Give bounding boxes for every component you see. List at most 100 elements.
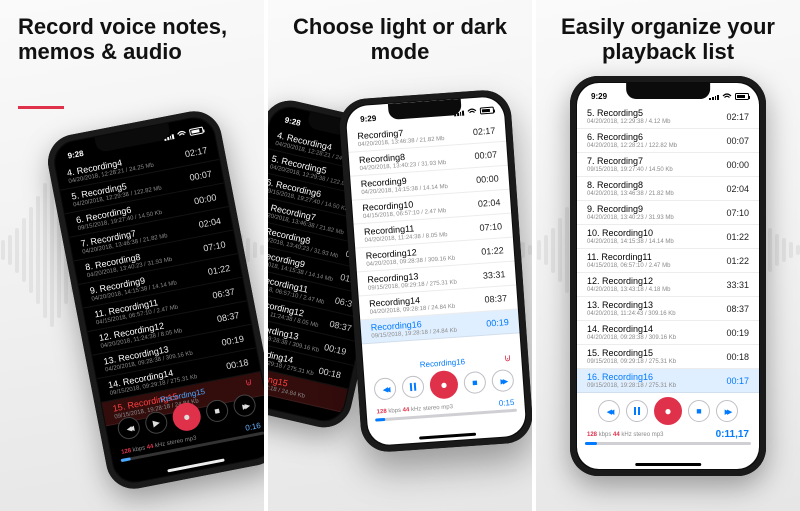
recording-meta: 09/15/2018, 19:28:18 / 275.31 Kb: [587, 383, 676, 389]
recording-meta: 04/20/2018, 13:40:23 / 31.93 Mb: [587, 215, 674, 221]
recording-duration: 08:37: [216, 310, 240, 324]
recording-duration: 00:00: [726, 160, 749, 170]
recording-meta: 04/20/2018, 14:15:38 / 14.14 Mb: [587, 239, 674, 245]
recording-title: 15. Recording15: [587, 348, 676, 358]
rewind-button[interactable]: [373, 377, 396, 400]
recording-duration: 01:22: [481, 245, 504, 257]
recording-duration: 07:10: [726, 208, 749, 218]
recording-title: 16. Recording16: [587, 372, 676, 382]
record-button[interactable]: [429, 370, 459, 400]
stop-button[interactable]: [204, 398, 230, 424]
transport-controls: [585, 397, 751, 425]
list-item[interactable]: 15. Recording1509/15/2018, 09:29:18 / 27…: [577, 345, 759, 369]
recording-duration: 33:31: [483, 269, 506, 281]
stop-button[interactable]: [463, 371, 486, 394]
elapsed-time: 0:11,17: [716, 429, 749, 440]
record-button[interactable]: [654, 397, 682, 425]
list-item[interactable]: 11. Recording1104/15/2018, 06:57:10 / 2.…: [577, 249, 759, 273]
recording-title: 6. Recording6: [587, 132, 677, 142]
progress-bar[interactable]: [585, 442, 751, 445]
recording-duration: 00:19: [726, 328, 749, 338]
forward-button[interactable]: [232, 393, 258, 419]
clock-label: 9:29: [591, 92, 607, 101]
list-item[interactable]: 16. Recording1609/15/2018, 19:28:18 / 27…: [577, 369, 759, 393]
recording-duration: 01:22: [726, 232, 749, 242]
pause-button[interactable]: [626, 400, 648, 422]
play-button[interactable]: [143, 410, 169, 436]
recording-duration: 00:18: [726, 352, 749, 362]
recording-meta: 04/15/2018, 06:57:10 / 2.47 Mb: [587, 263, 670, 269]
recording-duration: 02:17: [472, 125, 495, 137]
signal-icon: [709, 93, 719, 100]
format-label: 128 kbps 44 kHz stereo mp3: [587, 432, 663, 438]
elapsed-time: 0:15: [498, 398, 514, 408]
recordings-list[interactable]: 5. Recording504/20/2018, 12:29:38 / 4.12…: [577, 105, 759, 393]
promo-panel-2: Choose light or dark mode 9:28 4. Record…: [264, 0, 532, 511]
recording-duration: 06:37: [211, 286, 235, 300]
recording-meta: 04/20/2018, 13:43:18 / 4.18 Mb: [587, 287, 670, 293]
phone-mock-light-front: 9:29 Recording704/20/2018, 13:46:38 / 21…: [338, 88, 532, 453]
clock-label: 9:28: [284, 115, 302, 127]
list-item[interactable]: 13. Recording1304/20/2018, 11:24:43 / 30…: [577, 297, 759, 321]
list-item[interactable]: 7. Recording709/15/2018, 19:27:40 / 14.5…: [577, 153, 759, 177]
recording-duration: 00:07: [726, 136, 749, 146]
recording-duration: 02:17: [184, 145, 208, 159]
wifi-icon: [176, 129, 187, 138]
recording-title: 11. Recording11: [587, 252, 670, 262]
list-item[interactable]: 9. Recording904/20/2018, 13:40:23 / 31.9…: [577, 201, 759, 225]
home-indicator: [635, 463, 701, 466]
recording-duration: 00:19: [323, 342, 347, 357]
recording-meta: 04/20/2018, 09:28:38 / 309.16 Kb: [587, 335, 676, 341]
recording-duration: 01:22: [726, 256, 749, 266]
recordings-list[interactable]: Recording704/20/2018, 13:46:38 / 21.82 M…: [347, 118, 520, 344]
recording-duration: 01:22: [207, 262, 231, 276]
recording-meta: 04/20/2018, 12:28:21 / 122.82 Mb: [587, 143, 677, 149]
microphone-icon[interactable]: ⊍: [504, 353, 512, 364]
recording-duration: 00:17: [726, 376, 749, 386]
recording-title: 13. Recording13: [587, 300, 676, 310]
phone-mock-light: 9:29 5. Recording504/20/2018, 12:29:38 /…: [570, 76, 766, 476]
recording-meta: 04/20/2018, 12:29:38 / 4.12 Mb: [587, 119, 670, 125]
recording-duration: 00:19: [486, 317, 509, 329]
rewind-button[interactable]: [598, 400, 620, 422]
forward-button[interactable]: [716, 400, 738, 422]
pause-button[interactable]: [401, 375, 424, 398]
recording-duration: 00:19: [221, 333, 245, 347]
recording-duration: 02:04: [478, 197, 501, 209]
recording-duration: 08:37: [484, 293, 507, 305]
player-bar: 128 kbps 44 kHz stereo mp3 0:11,17: [577, 392, 759, 455]
recording-duration: 02:04: [726, 184, 749, 194]
accent-underline: [18, 106, 64, 109]
battery-icon: [189, 126, 204, 136]
phone-notch: [626, 83, 710, 99]
clock-label: 9:29: [360, 113, 377, 123]
rewind-button[interactable]: [116, 415, 142, 441]
stop-button[interactable]: [688, 400, 710, 422]
recording-title: 8. Recording8: [587, 180, 674, 190]
recording-meta: 04/20/2018, 11:24:43 / 309.16 Kb: [587, 311, 676, 317]
forward-button[interactable]: [491, 369, 514, 392]
list-item[interactable]: 12. Recording1204/20/2018, 13:43:18 / 4.…: [577, 273, 759, 297]
list-item[interactable]: 5. Recording504/20/2018, 12:29:38 / 4.12…: [577, 105, 759, 129]
record-button[interactable]: [170, 400, 203, 433]
recording-duration: 00:07: [474, 149, 497, 161]
recording-duration: 07:10: [479, 221, 502, 233]
list-item[interactable]: 6. Recording604/20/2018, 12:28:21 / 122.…: [577, 129, 759, 153]
recording-meta: 09/15/2018, 09:29:18 / 275.31 Kb: [587, 359, 676, 365]
recording-title: 12. Recording12: [587, 276, 670, 286]
elapsed-time: 0:16: [245, 421, 262, 433]
recording-title: 14. Recording14: [587, 324, 676, 334]
recording-duration: 00:07: [189, 168, 213, 182]
list-item[interactable]: 8. Recording804/20/2018, 13:46:38 / 21.8…: [577, 177, 759, 201]
recording-duration: 33:31: [726, 280, 749, 290]
recording-duration: 02:04: [198, 215, 222, 229]
recording-meta: 09/15/2018, 19:27:40 / 14.50 Kb: [587, 167, 673, 173]
recording-meta: 04/20/2018, 13:46:38 / 21.82 Mb: [587, 191, 674, 197]
player-bar: ⊍ Recording16 128 kbps 44 kHz stereo mp3…: [363, 348, 526, 432]
headline: Easily organize your playback list: [536, 14, 800, 65]
recording-duration: 08:37: [726, 304, 749, 314]
list-item[interactable]: 14. Recording1404/20/2018, 09:28:38 / 30…: [577, 321, 759, 345]
transport-controls: [372, 366, 516, 404]
recording-duration: 00:00: [476, 173, 499, 185]
list-item[interactable]: 10. Recording1004/20/2018, 14:15:38 / 14…: [577, 225, 759, 249]
